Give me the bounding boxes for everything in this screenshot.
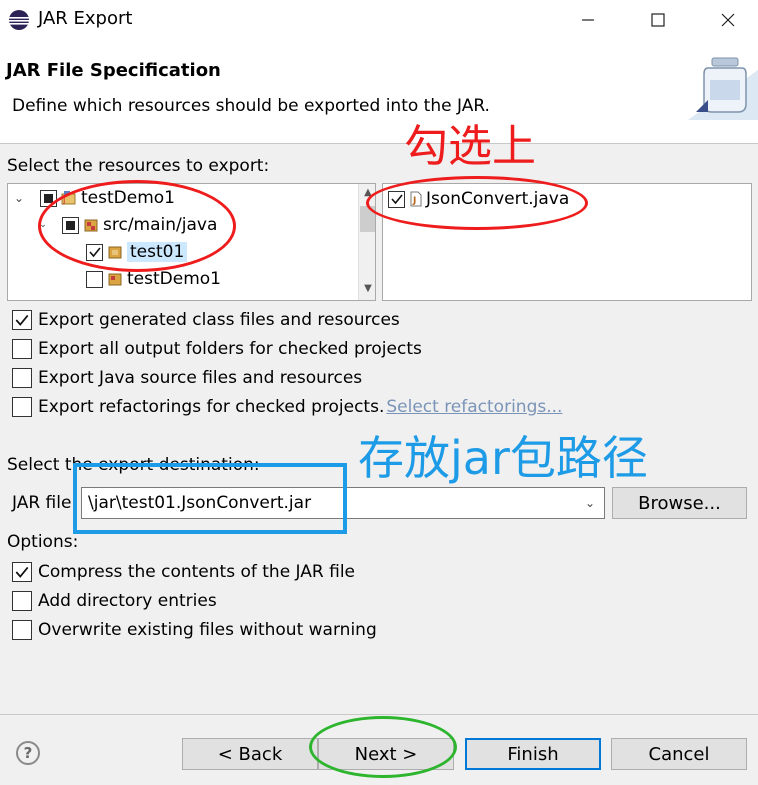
chevron-down-icon[interactable]: ⌄ bbox=[12, 191, 26, 205]
option-label: Export refactorings for checked projects… bbox=[38, 397, 385, 417]
blue-annotation-rect bbox=[73, 463, 347, 534]
tree-item-test01[interactable]: test01 bbox=[64, 239, 188, 265]
option-label: Overwrite existing files without warning bbox=[38, 620, 377, 640]
chevron-down-icon[interactable]: ⌄ bbox=[36, 220, 50, 230]
check-note-annotation: 勾选上 bbox=[404, 121, 536, 172]
scroll-down-icon[interactable]: ▼ bbox=[359, 280, 375, 298]
path-note-annotation: 存放jar包路径 bbox=[358, 431, 648, 485]
browse-button[interactable]: Browse... bbox=[612, 487, 747, 519]
back-button[interactable]: < Back bbox=[182, 738, 318, 770]
package-icon bbox=[108, 246, 122, 259]
export-source-files-option[interactable]: Export Java source files and resources bbox=[12, 366, 362, 390]
resources-label: Select the resources to export: bbox=[7, 156, 270, 176]
tree-item-label: test01 bbox=[127, 242, 188, 262]
tree-scrollbar[interactable]: ▲ ▼ bbox=[358, 184, 375, 300]
scroll-up-icon[interactable]: ▲ bbox=[359, 184, 375, 202]
tree-item-label: testDemo1 bbox=[81, 188, 175, 208]
overwrite-files-option[interactable]: Overwrite existing files without warning bbox=[12, 618, 377, 642]
option-label: Add directory entries bbox=[38, 591, 217, 611]
java-project-icon: J bbox=[61, 191, 76, 205]
file-item-jsonconvert[interactable]: J JsonConvert.java bbox=[388, 186, 569, 212]
footer-separator bbox=[0, 714, 758, 715]
next-button[interactable]: Next > bbox=[318, 738, 454, 770]
tree-item-testdemo1-package[interactable]: testDemo1 bbox=[64, 266, 221, 292]
tree-item-src-main-java[interactable]: ⌄ src/main/java bbox=[36, 212, 217, 238]
close-icon[interactable] bbox=[700, 0, 756, 40]
eclipse-app-icon bbox=[9, 10, 29, 30]
compress-option[interactable]: Compress the contents of the JAR file bbox=[12, 560, 355, 584]
wizard-header: JAR File Specification Define which reso… bbox=[0, 40, 758, 144]
checkbox[interactable] bbox=[12, 591, 32, 611]
tree-checkbox[interactable] bbox=[40, 189, 57, 207]
resource-file-list[interactable]: J JsonConvert.java bbox=[382, 183, 752, 301]
java-file-icon: J bbox=[410, 191, 422, 207]
export-class-files-option[interactable]: Export generated class files and resourc… bbox=[12, 308, 400, 332]
option-label: Export all output folders for checked pr… bbox=[38, 339, 422, 359]
page-title: JAR File Specification bbox=[6, 60, 221, 81]
export-refactorings-option[interactable]: Export refactorings for checked projects… bbox=[12, 395, 562, 419]
checkbox[interactable] bbox=[12, 339, 32, 359]
checkbox[interactable] bbox=[12, 397, 32, 417]
option-label: Export Java source files and resources bbox=[38, 368, 363, 388]
checkbox[interactable] bbox=[12, 310, 32, 330]
resource-tree[interactable]: ⌄ J testDemo1 ⌄ src/main/java test01 tes… bbox=[7, 183, 376, 301]
add-directory-entries-option[interactable]: Add directory entries bbox=[12, 589, 217, 613]
export-output-folders-option[interactable]: Export all output folders for checked pr… bbox=[12, 337, 422, 361]
minimize-icon[interactable] bbox=[560, 0, 616, 40]
source-folder-icon bbox=[84, 219, 98, 232]
checkbox[interactable] bbox=[12, 368, 32, 388]
scroll-thumb[interactable] bbox=[360, 206, 375, 232]
window-title: JAR Export bbox=[38, 8, 133, 29]
tree-item-testdemo1-project[interactable]: ⌄ J testDemo1 bbox=[12, 185, 175, 211]
tree-checkbox[interactable] bbox=[62, 216, 79, 234]
package-icon bbox=[108, 273, 122, 286]
select-refactorings-link[interactable]: Select refactorings... bbox=[386, 397, 562, 417]
tree-checkbox[interactable] bbox=[86, 243, 103, 261]
maximize-icon[interactable] bbox=[630, 0, 686, 40]
jar-file-label: JAR file: bbox=[12, 493, 78, 513]
options-label: Options: bbox=[7, 532, 79, 552]
cancel-button[interactable]: Cancel bbox=[611, 738, 747, 770]
file-checkbox[interactable] bbox=[388, 190, 405, 208]
option-label: Compress the contents of the JAR file bbox=[38, 562, 356, 582]
tree-item-label: src/main/java bbox=[103, 215, 218, 235]
svg-text:J: J bbox=[412, 196, 416, 206]
file-item-label: JsonConvert.java bbox=[426, 189, 570, 209]
tree-checkbox[interactable] bbox=[86, 270, 103, 288]
help-icon[interactable]: ? bbox=[16, 741, 40, 765]
chevron-down-icon[interactable]: ⌄ bbox=[582, 494, 598, 512]
option-label: Export generated class files and resourc… bbox=[38, 310, 400, 330]
svg-text:J: J bbox=[62, 196, 65, 205]
tree-item-label: testDemo1 bbox=[127, 269, 221, 289]
finish-button[interactable]: Finish bbox=[465, 738, 601, 770]
checkbox[interactable] bbox=[12, 562, 32, 582]
title-bar: JAR Export bbox=[0, 0, 758, 40]
checkbox[interactable] bbox=[12, 620, 32, 640]
jar-icon bbox=[688, 57, 758, 120]
